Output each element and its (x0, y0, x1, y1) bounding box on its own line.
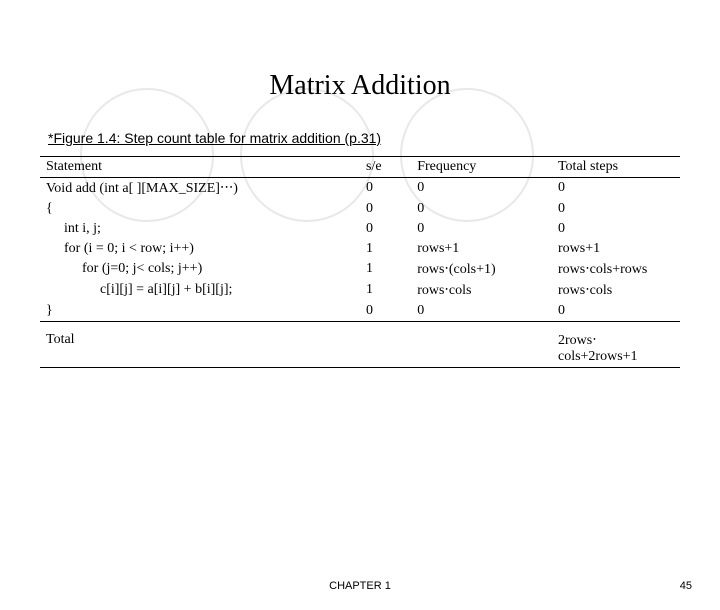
freq-cell: 0 (411, 301, 552, 322)
freq-cell: 0 (411, 219, 552, 239)
freq-cell: rows‧(cols+1) (411, 259, 552, 280)
sc-cell: 0 (360, 178, 411, 200)
total-cell: rows‧cols+rows (552, 259, 680, 280)
stmt-cell: Void add (int a[ ][MAX_SIZE]‧‧‧) (46, 181, 238, 196)
total-cell: 0 (552, 199, 680, 219)
table-row: for (i = 0; i < row; i++) 1 rows+1 rows+… (40, 239, 680, 259)
stmt-cell: c[i][j] = a[i][j] + b[i][j]; (46, 282, 232, 298)
table-row: Void add (int a[ ][MAX_SIZE]‧‧‧) 0 0 0 (40, 178, 680, 200)
total-label: Total (40, 322, 360, 368)
sc-cell: 0 (360, 301, 411, 322)
total-cell: 0 (552, 219, 680, 239)
col-header-total: Total steps (552, 157, 680, 178)
freq-cell: 0 (411, 199, 552, 219)
total-cell: rows+1 (552, 239, 680, 259)
total-cell: rows‧cols (552, 280, 680, 301)
sc-cell: 1 (360, 239, 411, 259)
total-cell: 0 (552, 178, 680, 200)
footer-page-number: 45 (680, 580, 692, 592)
col-header-statement: Statement (40, 157, 360, 178)
total-cell: 0 (552, 301, 680, 322)
stmt-cell: int i, j; (46, 221, 101, 237)
table-row: { 0 0 0 (40, 199, 680, 219)
freq-cell: rows+1 (411, 239, 552, 259)
sc-cell: 0 (360, 219, 411, 239)
table-row: for (j=0; j< cols; j++) 1 rows‧(cols+1) … (40, 259, 680, 280)
col-header-frequency: Frequency (411, 157, 552, 178)
total-value: 2rows‧cols+2rows+1 (552, 322, 680, 368)
figure-caption: *Figure 1.4: Step count table for matrix… (48, 130, 720, 146)
freq-cell: rows‧cols (411, 280, 552, 301)
page-title: Matrix Addition (0, 70, 720, 102)
stmt-cell: for (j=0; j< cols; j++) (46, 261, 202, 277)
table-total-row: Total 2rows‧cols+2rows+1 (40, 322, 680, 368)
stmt-cell: for (i = 0; i < row; i++) (46, 241, 194, 257)
freq-cell: 0 (411, 178, 552, 200)
sc-cell: 0 (360, 199, 411, 219)
table-row: int i, j; 0 0 0 (40, 219, 680, 239)
stmt-cell: } (46, 303, 53, 318)
table-row: } 0 0 0 (40, 301, 680, 322)
table-row: c[i][j] = a[i][j] + b[i][j]; 1 rows‧cols… (40, 280, 680, 301)
sc-cell: 1 (360, 280, 411, 301)
col-header-sc: s/e (360, 157, 411, 178)
step-count-table: Statement s/e Frequency Total steps Void… (40, 156, 680, 368)
sc-cell: 1 (360, 259, 411, 280)
stmt-cell: { (46, 201, 53, 216)
footer-chapter: CHAPTER 1 (0, 580, 720, 592)
